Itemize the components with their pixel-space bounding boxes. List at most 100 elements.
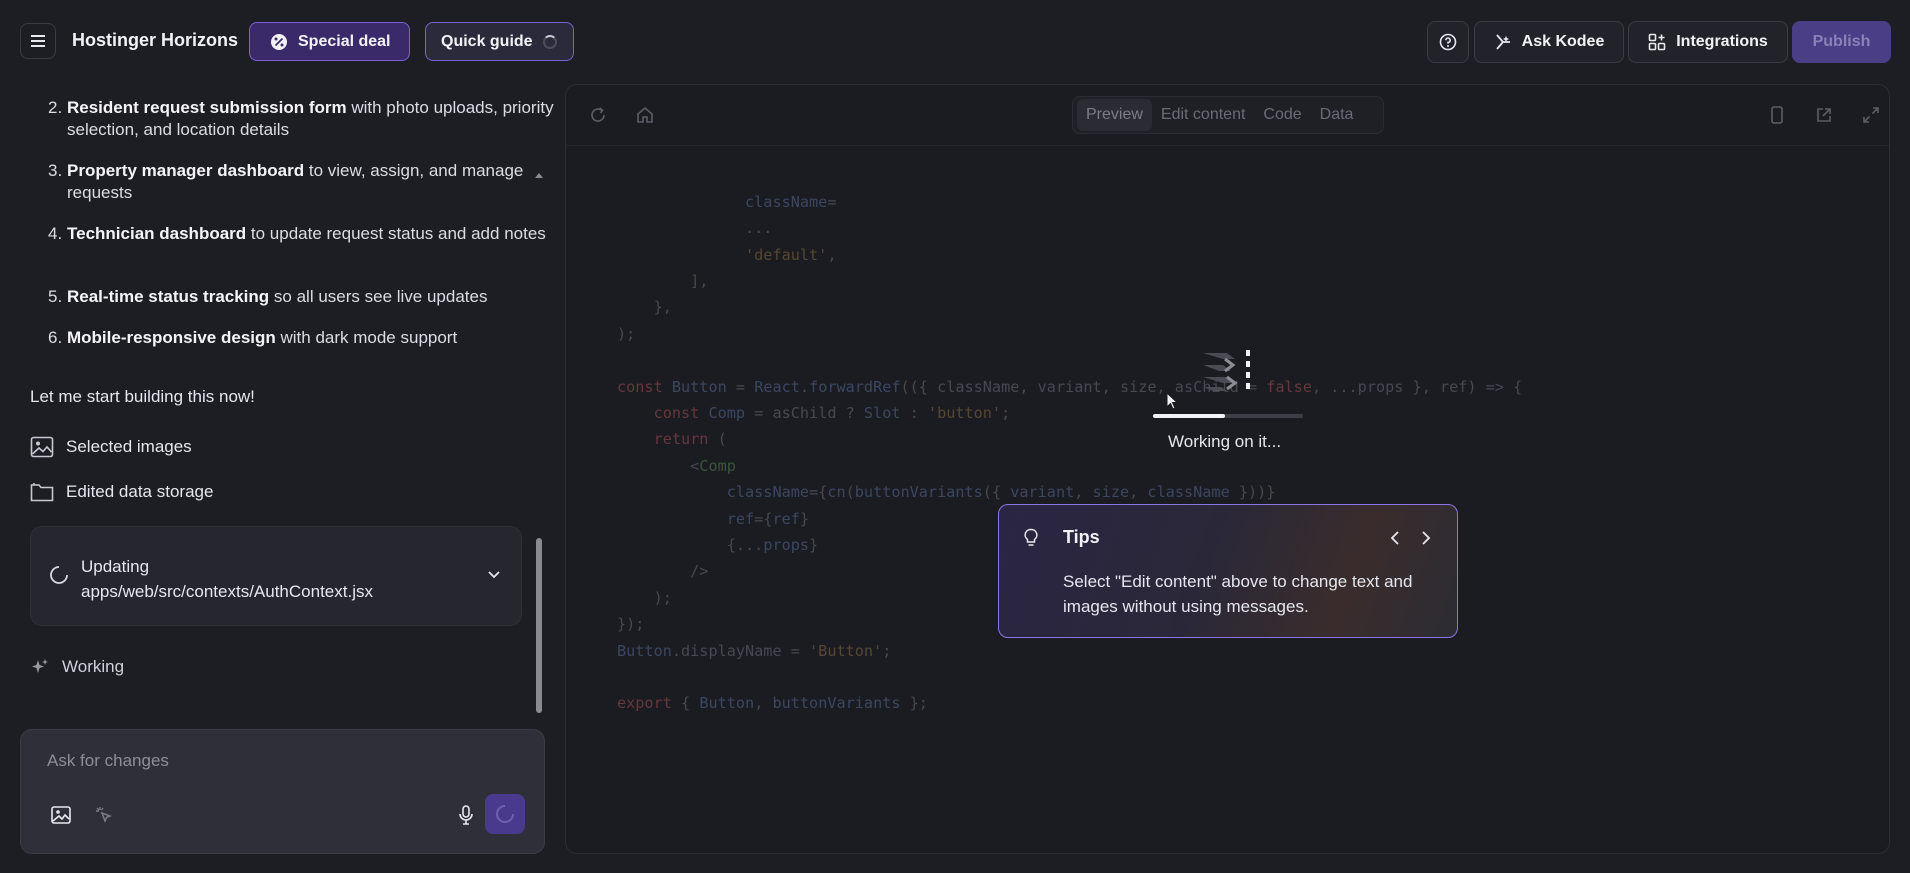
attachment-label: Selected images xyxy=(66,437,192,456)
list-item-description: to update request status and add notes xyxy=(246,224,546,243)
list-item-text: Real-time status tracking so all users s… xyxy=(67,286,557,308)
list-item-number: 2. xyxy=(48,98,63,117)
open-external-button[interactable] xyxy=(1809,100,1839,130)
home-button[interactable] xyxy=(630,100,660,130)
attachment-label: Edited data storage xyxy=(66,482,214,501)
image-icon xyxy=(30,436,54,458)
list-item-title: Technician dashboard xyxy=(67,224,247,243)
integrations-label: Integrations xyxy=(1676,33,1768,50)
code-line: Button.displayName = 'Button'; xyxy=(617,641,892,660)
quick-guide-button[interactable]: Quick guide xyxy=(425,22,574,61)
list-item-text: Resident request submission form with ph… xyxy=(67,97,557,141)
chat-panel: 2. Resident request submission form with… xyxy=(0,84,554,873)
special-deal-button[interactable]: Special deal xyxy=(249,22,410,61)
tips-previous-button[interactable] xyxy=(1384,527,1406,549)
select-element-button[interactable] xyxy=(89,800,119,830)
kodee-sparkle-icon xyxy=(1495,34,1510,50)
image-icon xyxy=(51,806,71,824)
working-status: Working xyxy=(30,657,124,677)
code-line: export { Button, buttonVariants }; xyxy=(617,694,928,713)
tab-data[interactable]: Data xyxy=(1311,99,1363,131)
list-item-text: Technician dashboard to update request s… xyxy=(67,223,557,245)
code-line: {...props} xyxy=(617,536,819,554)
list-item-description: so all users see live updates xyxy=(269,287,488,306)
chevron-down-icon[interactable] xyxy=(487,570,501,580)
integrations-button[interactable]: Integrations xyxy=(1628,21,1788,63)
publish-button[interactable]: Publish xyxy=(1792,21,1891,63)
list-item-number: 5. xyxy=(48,287,63,306)
list-item-text: Mobile-responsive design with dark mode … xyxy=(67,327,557,349)
scroll-up-arrow-icon[interactable] xyxy=(535,172,543,178)
code-line: /> xyxy=(617,562,709,581)
hamburger-icon xyxy=(31,35,45,47)
send-button[interactable] xyxy=(485,794,525,834)
code-line: return ( xyxy=(653,430,727,449)
list-item-title: Resident request submission form xyxy=(67,98,347,117)
loading-spinner-icon xyxy=(542,34,557,49)
refresh-icon xyxy=(591,107,605,122)
ask-kodee-label: Ask Kodee xyxy=(1521,33,1605,50)
ask-kodee-button[interactable]: Ask Kodee xyxy=(1474,21,1624,63)
code-line: const Comp = asChild ? Slot : 'button'; xyxy=(653,404,1011,422)
tips-title: Tips xyxy=(1063,527,1100,547)
assistant-message: Let me start building this now! xyxy=(30,387,255,406)
progress-fill xyxy=(1153,414,1225,418)
special-deal-label: Special deal xyxy=(298,32,391,50)
list-item-title: Real-time status tracking xyxy=(67,287,270,306)
fullscreen-button[interactable] xyxy=(1856,100,1886,130)
code-line: ); xyxy=(617,588,672,607)
lightbulb-icon xyxy=(1024,528,1038,546)
attachment-edited-data-storage[interactable]: Edited data storage xyxy=(30,479,213,505)
code-line: 'default', xyxy=(745,245,837,264)
ask-for-changes-input[interactable] xyxy=(45,746,519,776)
code-line: ); xyxy=(617,324,636,343)
code-line: }); xyxy=(617,615,645,634)
loading-spinner-icon xyxy=(50,566,68,584)
discount-badge-icon xyxy=(271,33,287,50)
code-line: ], xyxy=(617,272,709,290)
chat-scrollbar-thumb[interactable] xyxy=(536,538,542,713)
progress-bar xyxy=(1153,414,1303,418)
microphone-icon xyxy=(459,805,473,825)
updating-text: Updating apps/web/src/contexts/AuthConte… xyxy=(81,554,461,604)
external-link-icon xyxy=(1817,108,1831,122)
publish-label: Publish xyxy=(1812,33,1871,50)
working-on-it-label: Working on it... xyxy=(1168,432,1282,451)
updating-label: Updating xyxy=(81,557,150,576)
code-line: }, xyxy=(617,298,672,317)
list-item-title: Mobile-responsive design xyxy=(67,328,276,347)
loading-spinner-icon xyxy=(496,805,514,823)
code-line: ref={ref} xyxy=(726,509,810,528)
integrations-grid-icon xyxy=(1648,33,1666,51)
chevron-right-icon xyxy=(1422,531,1431,545)
horizons-logo-icon xyxy=(1203,350,1250,391)
tab-code[interactable]: Code xyxy=(1254,99,1310,131)
mobile-view-button[interactable] xyxy=(1762,100,1792,130)
preview-panel: Preview Edit content Code Data className… xyxy=(565,84,1890,854)
cursor-click-icon xyxy=(96,807,113,824)
menu-button[interactable] xyxy=(20,23,56,59)
chat-scrollbar[interactable] xyxy=(535,172,543,812)
attach-image-button[interactable] xyxy=(46,800,76,830)
list-item-number: 4. xyxy=(48,224,63,243)
tab-preview[interactable]: Preview xyxy=(1077,99,1152,131)
top-bar: Hostinger Horizons Special deal Quick gu… xyxy=(0,0,1910,84)
voice-input-button[interactable] xyxy=(451,800,481,830)
tips-next-button[interactable] xyxy=(1415,527,1437,549)
list-item-description: with dark mode support xyxy=(275,328,458,347)
list-item-number: 6. xyxy=(48,328,63,347)
tab-edit-content[interactable]: Edit content xyxy=(1152,99,1255,131)
refresh-button[interactable] xyxy=(583,100,613,130)
code-line: ... xyxy=(617,219,773,238)
code-line: className={cn(buttonVariants({ variant, … xyxy=(726,483,1276,502)
code-line: <Comp xyxy=(617,456,736,475)
chevron-left-icon xyxy=(1390,531,1399,545)
attachment-selected-images[interactable]: Selected images xyxy=(30,434,192,460)
help-button[interactable] xyxy=(1427,21,1469,63)
preview-toolbar: Preview Edit content Code Data xyxy=(566,85,1889,146)
folder-icon xyxy=(30,483,54,502)
updating-file-card[interactable]: Updating apps/web/src/contexts/AuthConte… xyxy=(30,526,522,626)
updating-file-path: apps/web/src/contexts/AuthContext.jsx xyxy=(81,582,373,601)
tips-body: Select "Edit content" above to change te… xyxy=(1063,572,1413,616)
list-item-text: Property manager dashboard to view, assi… xyxy=(67,160,557,204)
